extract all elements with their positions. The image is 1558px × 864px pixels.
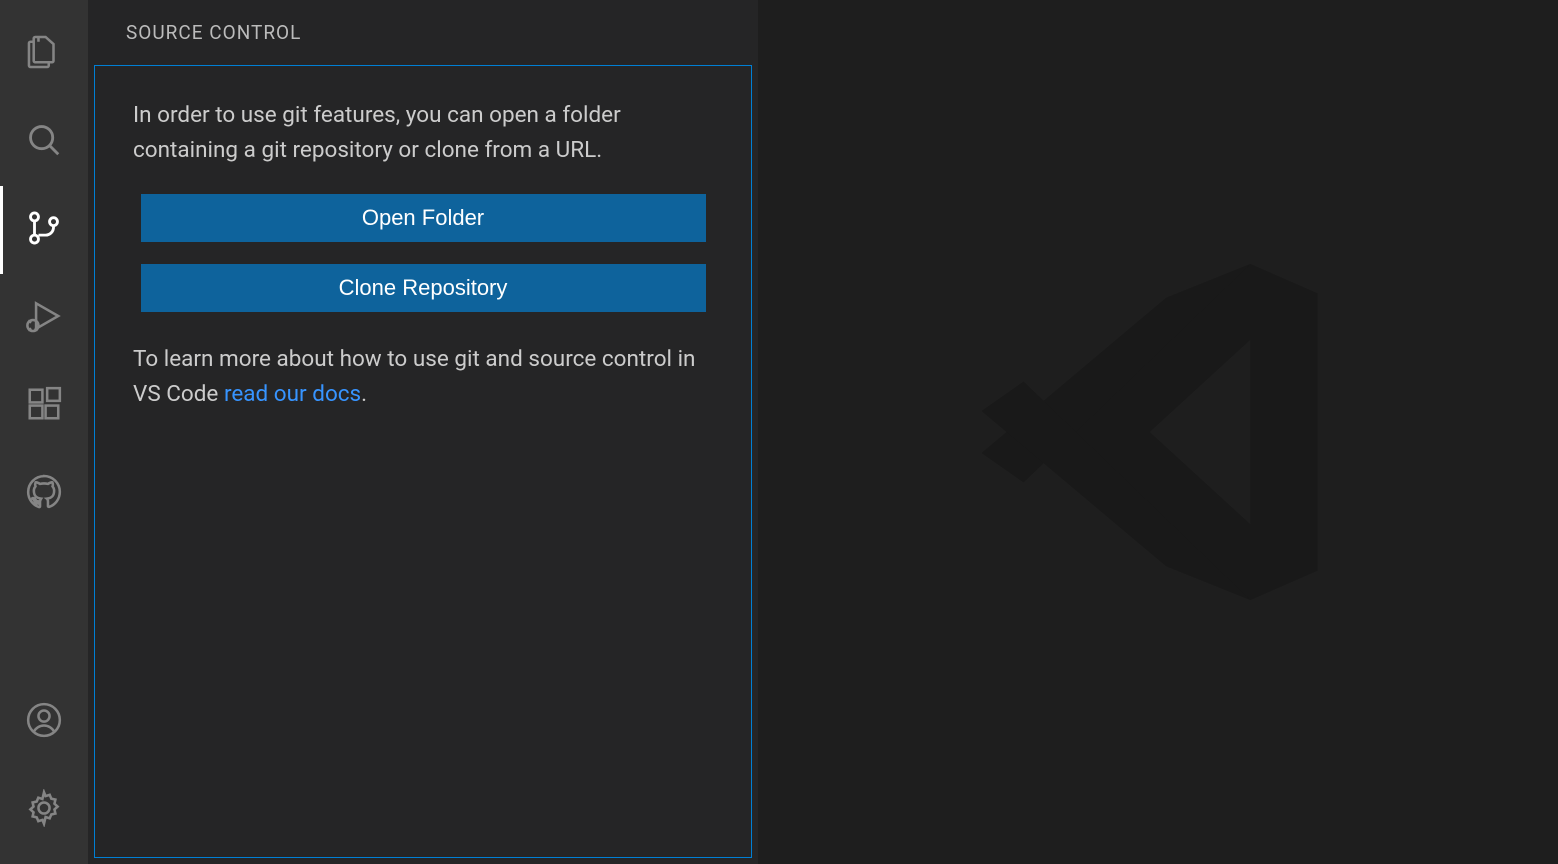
extensions-tab[interactable] xyxy=(0,362,88,450)
accounts-button[interactable] xyxy=(0,678,88,766)
run-debug-tab[interactable] xyxy=(0,274,88,362)
github-tab[interactable] xyxy=(0,450,88,538)
run-debug-icon xyxy=(25,297,63,339)
vscode-logo-watermark xyxy=(948,222,1368,642)
sidebar: SOURCE CONTROL In order to use git featu… xyxy=(88,0,758,864)
learn-more-suffix: . xyxy=(361,381,367,407)
extensions-icon xyxy=(25,385,63,427)
activity-bar-bottom xyxy=(0,678,88,864)
panel-intro-text: In order to use git features, you can op… xyxy=(133,98,713,168)
learn-more-prefix: To learn more about how to use git and s… xyxy=(133,346,695,407)
source-control-tab[interactable] xyxy=(0,186,88,274)
search-icon xyxy=(25,121,63,163)
activity-bar-top xyxy=(0,10,88,538)
source-control-panel: In order to use git features, you can op… xyxy=(94,65,752,858)
settings-button[interactable] xyxy=(0,766,88,854)
files-icon xyxy=(25,33,63,75)
github-icon xyxy=(25,473,63,515)
editor-area xyxy=(758,0,1558,864)
explorer-tab[interactable] xyxy=(0,10,88,98)
source-control-icon xyxy=(25,209,63,251)
gear-icon xyxy=(25,789,63,831)
read-docs-link[interactable]: read our docs xyxy=(224,381,361,407)
open-folder-button[interactable]: Open Folder xyxy=(141,194,706,242)
activity-bar xyxy=(0,0,88,864)
panel-learn-more-text: To learn more about how to use git and s… xyxy=(133,342,713,412)
sidebar-title: SOURCE CONTROL xyxy=(88,0,758,65)
account-icon xyxy=(25,701,63,743)
clone-repository-button[interactable]: Clone Repository xyxy=(141,264,706,312)
search-tab[interactable] xyxy=(0,98,88,186)
